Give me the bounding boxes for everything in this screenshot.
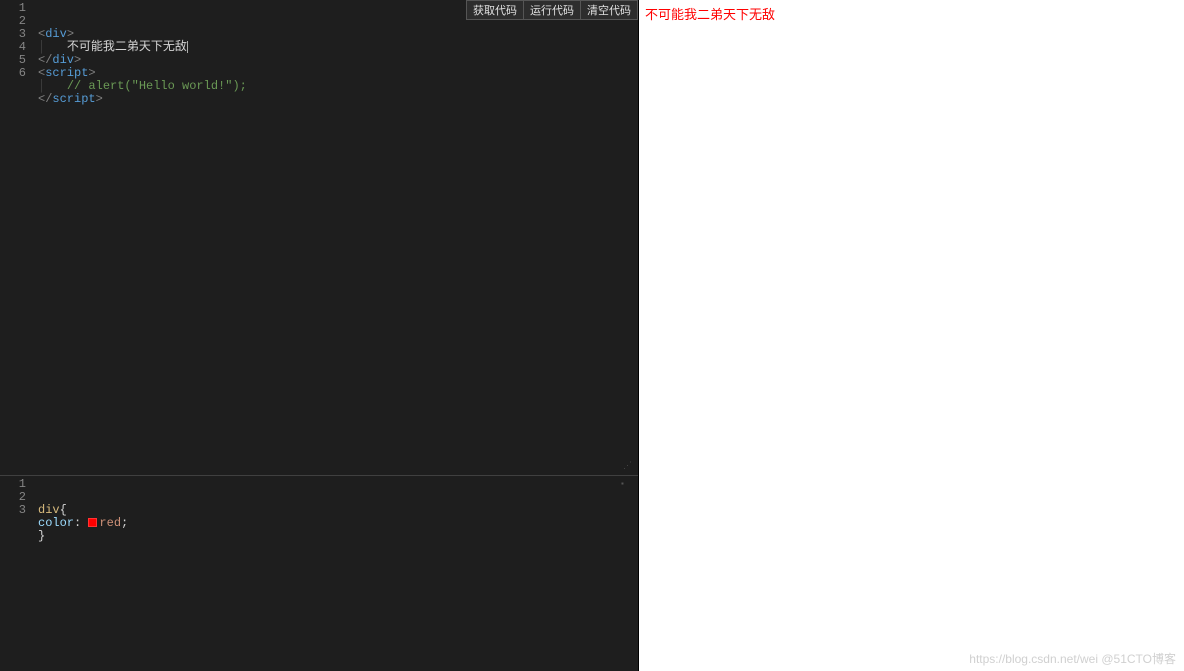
clear-code-button[interactable]: 清空代码: [580, 0, 638, 20]
line-number: 3: [0, 504, 26, 517]
html-editor-gutter: 123456: [0, 0, 38, 475]
css-editor-gutter: 123: [0, 476, 38, 671]
css-editor[interactable]: 123 div{color: red;}▪: [0, 475, 638, 671]
toolbar: 获取代码 运行代码 清空代码: [467, 0, 638, 20]
html-editor[interactable]: 获取代码 运行代码 清空代码 123456 <div>│ 不可能我二弟天下无敌<…: [0, 0, 638, 475]
css-editor-code[interactable]: div{color: red;}▪: [38, 476, 638, 671]
preview-panel: 不可能我二弟天下无敌 https://blog.csdn.net/wei @51…: [639, 0, 1184, 671]
code-line[interactable]: │ 不可能我二弟天下无敌: [38, 41, 638, 54]
minimap-icon: ▪: [620, 478, 626, 484]
watermark: https://blog.csdn.net/wei @51CTO博客: [969, 650, 1176, 667]
code-line[interactable]: </div>: [38, 54, 638, 67]
get-code-button[interactable]: 获取代码: [466, 0, 524, 20]
code-line[interactable]: </script>: [38, 93, 638, 106]
code-line[interactable]: color: red;: [38, 517, 638, 530]
preview-output: 不可能我二弟天下无敌: [645, 4, 1178, 23]
line-number: 6: [0, 67, 26, 80]
code-line[interactable]: │ // alert("Hello world!");: [38, 80, 638, 93]
resize-handle-icon: ⋰: [623, 460, 632, 473]
run-code-button[interactable]: 运行代码: [523, 0, 581, 20]
code-line[interactable]: }: [38, 530, 638, 543]
left-panel: 获取代码 运行代码 清空代码 123456 <div>│ 不可能我二弟天下无敌<…: [0, 0, 639, 671]
html-editor-code[interactable]: <div>│ 不可能我二弟天下无敌</div><script>│ // aler…: [38, 0, 638, 475]
